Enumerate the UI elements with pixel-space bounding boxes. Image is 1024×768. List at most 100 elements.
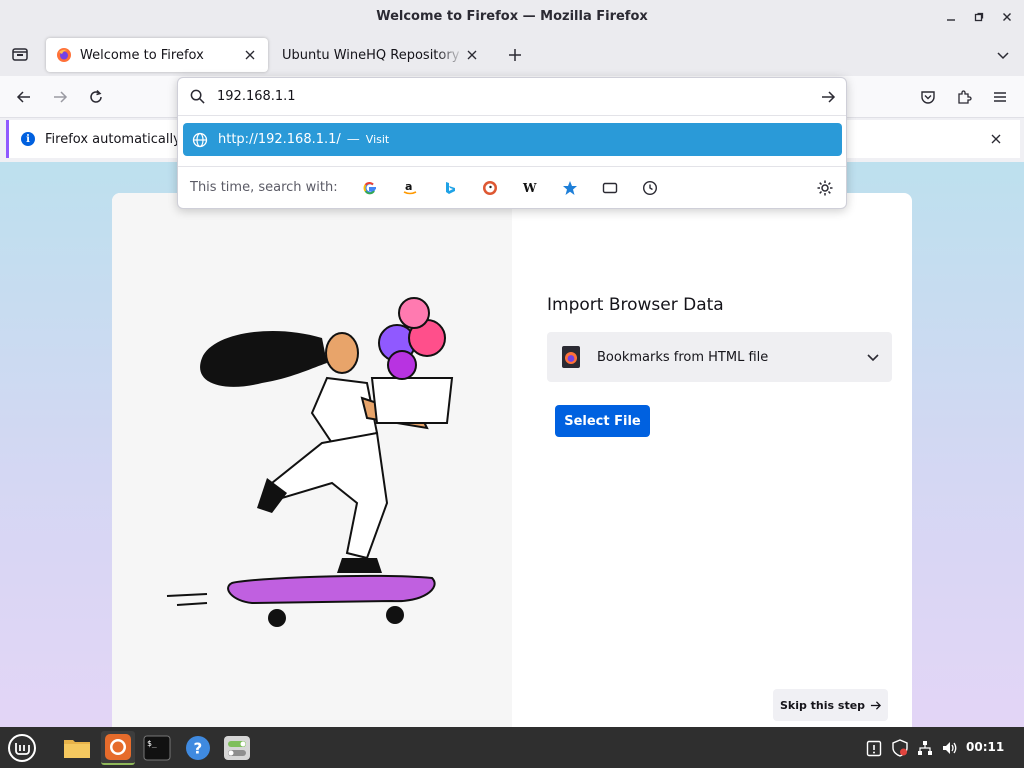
forward-button[interactable]: [46, 83, 74, 111]
app-menu-button[interactable]: [986, 83, 1014, 111]
svg-text:W: W: [522, 181, 537, 195]
svg-text:a: a: [405, 180, 412, 193]
skip-step-button[interactable]: Skip this step: [773, 689, 888, 721]
minimize-icon: [947, 19, 955, 21]
amazon-icon: a: [403, 180, 416, 194]
reload-icon: [90, 89, 102, 103]
search-icon: [190, 89, 205, 104]
firefox-logo-icon: [57, 48, 71, 62]
network-icon: [918, 740, 932, 755]
shield-tray-icon[interactable]: [890, 727, 910, 768]
firefox-view-button[interactable]: [6, 40, 34, 68]
arrow-right-icon: [54, 91, 68, 103]
suggestion-separator: —: [346, 132, 360, 147]
gear-icon[interactable]: [816, 179, 834, 197]
google-icon: [363, 181, 376, 194]
update-manager-tray-icon[interactable]: [864, 727, 884, 768]
new-tab-button[interactable]: [502, 42, 528, 68]
puzzle-icon: [958, 90, 972, 104]
wikipedia-icon: W: [522, 181, 537, 195]
chevron-down-icon: [867, 354, 879, 362]
back-button[interactable]: [10, 83, 38, 111]
duckduckgo-icon: [482, 180, 497, 195]
wikipedia-engine-button[interactable]: W: [518, 176, 542, 200]
pocket-icon: [921, 91, 935, 104]
pocket-button[interactable]: [914, 83, 942, 111]
clipboard-alert-icon: [866, 740, 882, 756]
tab-strip: Welcome to Firefox Ubuntu WineHQ Reposit…: [0, 34, 1024, 76]
toggle-settings-icon: [224, 736, 250, 760]
tabs-search-button[interactable]: [598, 176, 622, 200]
close-icon: [467, 50, 477, 60]
hamburger-menu-icon: [994, 92, 1006, 102]
minimize-button[interactable]: [937, 0, 965, 34]
help-app-button[interactable]: ?: [181, 731, 215, 765]
notification-close-button[interactable]: [988, 131, 1004, 147]
tab-label: Ubuntu WineHQ Repository - W: [282, 47, 464, 63]
firefox-app-button[interactable]: [101, 731, 135, 765]
maximize-button[interactable]: [965, 0, 993, 34]
suggestion-action: Visit: [365, 133, 390, 146]
google-engine-button[interactable]: [358, 176, 382, 200]
window-title: Welcome to Firefox — Mozilla Firefox: [376, 9, 648, 24]
terminal-icon: $_: [143, 735, 171, 761]
skip-step-label: Skip this step: [779, 698, 866, 712]
svg-text:$_: $_: [147, 739, 157, 748]
shield-icon: [892, 738, 908, 757]
import-source-select[interactable]: Bookmarks from HTML file: [547, 332, 892, 382]
page-content: Import Browser Data Bookmarks from HTML …: [0, 162, 1024, 727]
extensions-button[interactable]: [950, 83, 978, 111]
html-file-icon: [562, 346, 580, 368]
close-icon: [1003, 13, 1011, 21]
restore-icon: [974, 12, 984, 22]
taskbar-clock[interactable]: 00:11: [966, 727, 1004, 768]
terminal-app-button[interactable]: $_: [140, 731, 174, 765]
page-heading: Import Browser Data: [547, 295, 724, 315]
close-icon: [245, 50, 255, 60]
globe-icon: [192, 132, 208, 147]
tab-close-button[interactable]: [242, 47, 258, 63]
urlbar: [178, 78, 846, 116]
history-search-button[interactable]: [638, 176, 662, 200]
star-icon: [562, 180, 577, 195]
tab-welcome[interactable]: Welcome to Firefox: [46, 38, 268, 72]
window-titlebar: Welcome to Firefox — Mozilla Firefox: [0, 0, 1024, 34]
chevron-down-icon: [997, 52, 1009, 60]
plus-icon: [509, 49, 521, 61]
close-icon: [991, 134, 1001, 144]
arrow-left-icon: [16, 91, 30, 103]
select-file-button[interactable]: Select File: [555, 405, 650, 437]
tab-close-button[interactable]: [464, 47, 480, 63]
bookmarks-search-button[interactable]: [558, 176, 582, 200]
network-tray-icon[interactable]: [915, 727, 935, 768]
notification-text: Firefox automatically: [45, 131, 181, 147]
list-all-tabs-button[interactable]: [990, 42, 1016, 68]
tab-label: Welcome to Firefox: [80, 47, 204, 63]
firefox-view-icon: [12, 48, 28, 61]
bing-engine-button[interactable]: [438, 176, 462, 200]
help-icon: ?: [186, 736, 210, 760]
onboarding-card: Import Browser Data Bookmarks from HTML …: [112, 193, 912, 727]
desktop-taskbar: $_ ? 00:11: [0, 727, 1024, 768]
tab-winehq[interactable]: Ubuntu WineHQ Repository - W: [272, 38, 490, 72]
search-engine-row: This time, search with: a W: [178, 166, 846, 208]
close-window-button[interactable]: [993, 0, 1021, 34]
duckduckgo-engine-button[interactable]: [478, 176, 502, 200]
illustration-panel: [112, 193, 512, 727]
import-source-value: Bookmarks from HTML file: [597, 349, 769, 365]
firefox-logo-icon: [105, 734, 131, 760]
volume-tray-icon[interactable]: [940, 727, 960, 768]
amazon-engine-button[interactable]: a: [398, 176, 422, 200]
bing-icon: [445, 181, 455, 194]
svg-text:?: ?: [194, 740, 203, 758]
urlbar-input[interactable]: [217, 89, 820, 104]
info-icon: i: [21, 132, 35, 146]
start-menu-button[interactable]: [5, 731, 39, 765]
search-with-label: This time, search with:: [190, 180, 338, 195]
url-suggestion-visit[interactable]: http://192.168.1.1/ — Visit: [183, 123, 842, 156]
files-app-button[interactable]: [60, 731, 94, 765]
skateboarder-illustration: [166, 297, 454, 627]
go-arrow-icon[interactable]: [820, 89, 836, 105]
reload-button[interactable]: [82, 83, 110, 111]
settings-app-button[interactable]: [220, 731, 254, 765]
